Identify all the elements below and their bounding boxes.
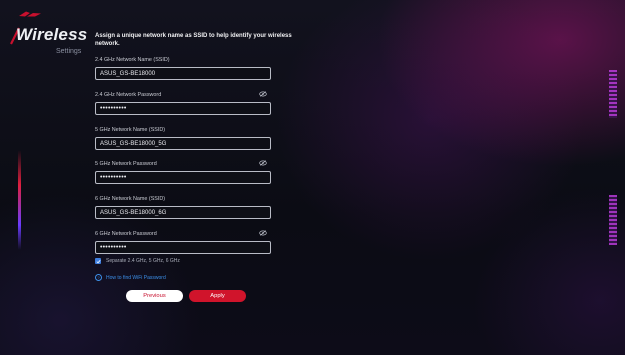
brand-block: Wireless Settings <box>8 10 88 55</box>
description-text: Assign a unique network name as SSID to … <box>95 33 292 47</box>
question-circle-icon: ? <box>95 274 102 281</box>
password-6-label: 6 GHz Network Password <box>95 231 157 237</box>
password-5-input[interactable]: •••••••••• <box>95 171 271 184</box>
eye-slash-icon[interactable] <box>259 160 267 166</box>
apply-button[interactable]: Apply <box>189 290 246 302</box>
ssid-24-input[interactable]: ASUS_GS-BE18000 <box>95 67 271 80</box>
ssid-6-input[interactable]: ASUS_GS-BE18000_6G <box>95 206 271 219</box>
eye-slash-icon[interactable] <box>259 91 267 97</box>
ssid-5-label: 5 GHz Network Name (SSID) <box>95 127 166 133</box>
right-accent-strip <box>609 70 617 118</box>
ssid-5-input[interactable]: ASUS_GS-BE18000_5G <box>95 137 271 150</box>
password-24-input[interactable]: •••••••••• <box>95 102 271 115</box>
separate-bands-row[interactable]: Separate 2.4 GHz, 5 GHz, 6 GHz <box>95 258 180 264</box>
left-accent-light <box>18 150 21 250</box>
page-title: Wireless <box>16 25 88 44</box>
ssid-24-label: 2.4 GHz Network Name (SSID) <box>95 57 170 63</box>
background <box>0 0 625 355</box>
page-subtitle: Settings <box>56 48 82 55</box>
separate-bands-checkbox[interactable] <box>95 258 101 264</box>
password-5-label: 5 GHz Network Password <box>95 161 157 167</box>
password-6-input[interactable]: •••••••••• <box>95 241 271 254</box>
ssid-6-label: 6 GHz Network Name (SSID) <box>95 196 166 202</box>
eye-slash-icon[interactable] <box>259 230 267 236</box>
separate-bands-label: Separate 2.4 GHz, 5 GHz, 6 GHz <box>106 258 180 264</box>
check-icon <box>96 259 101 263</box>
previous-button[interactable]: Previous <box>126 290 183 302</box>
password-24-label: 2.4 GHz Network Password <box>95 92 162 98</box>
rog-logo-icon <box>18 10 42 18</box>
find-wifi-password-link[interactable]: How to find WiFi Password <box>106 275 166 281</box>
right-accent-strip <box>609 195 617 245</box>
help-link-row[interactable]: ? How to find WiFi Password <box>95 274 166 281</box>
